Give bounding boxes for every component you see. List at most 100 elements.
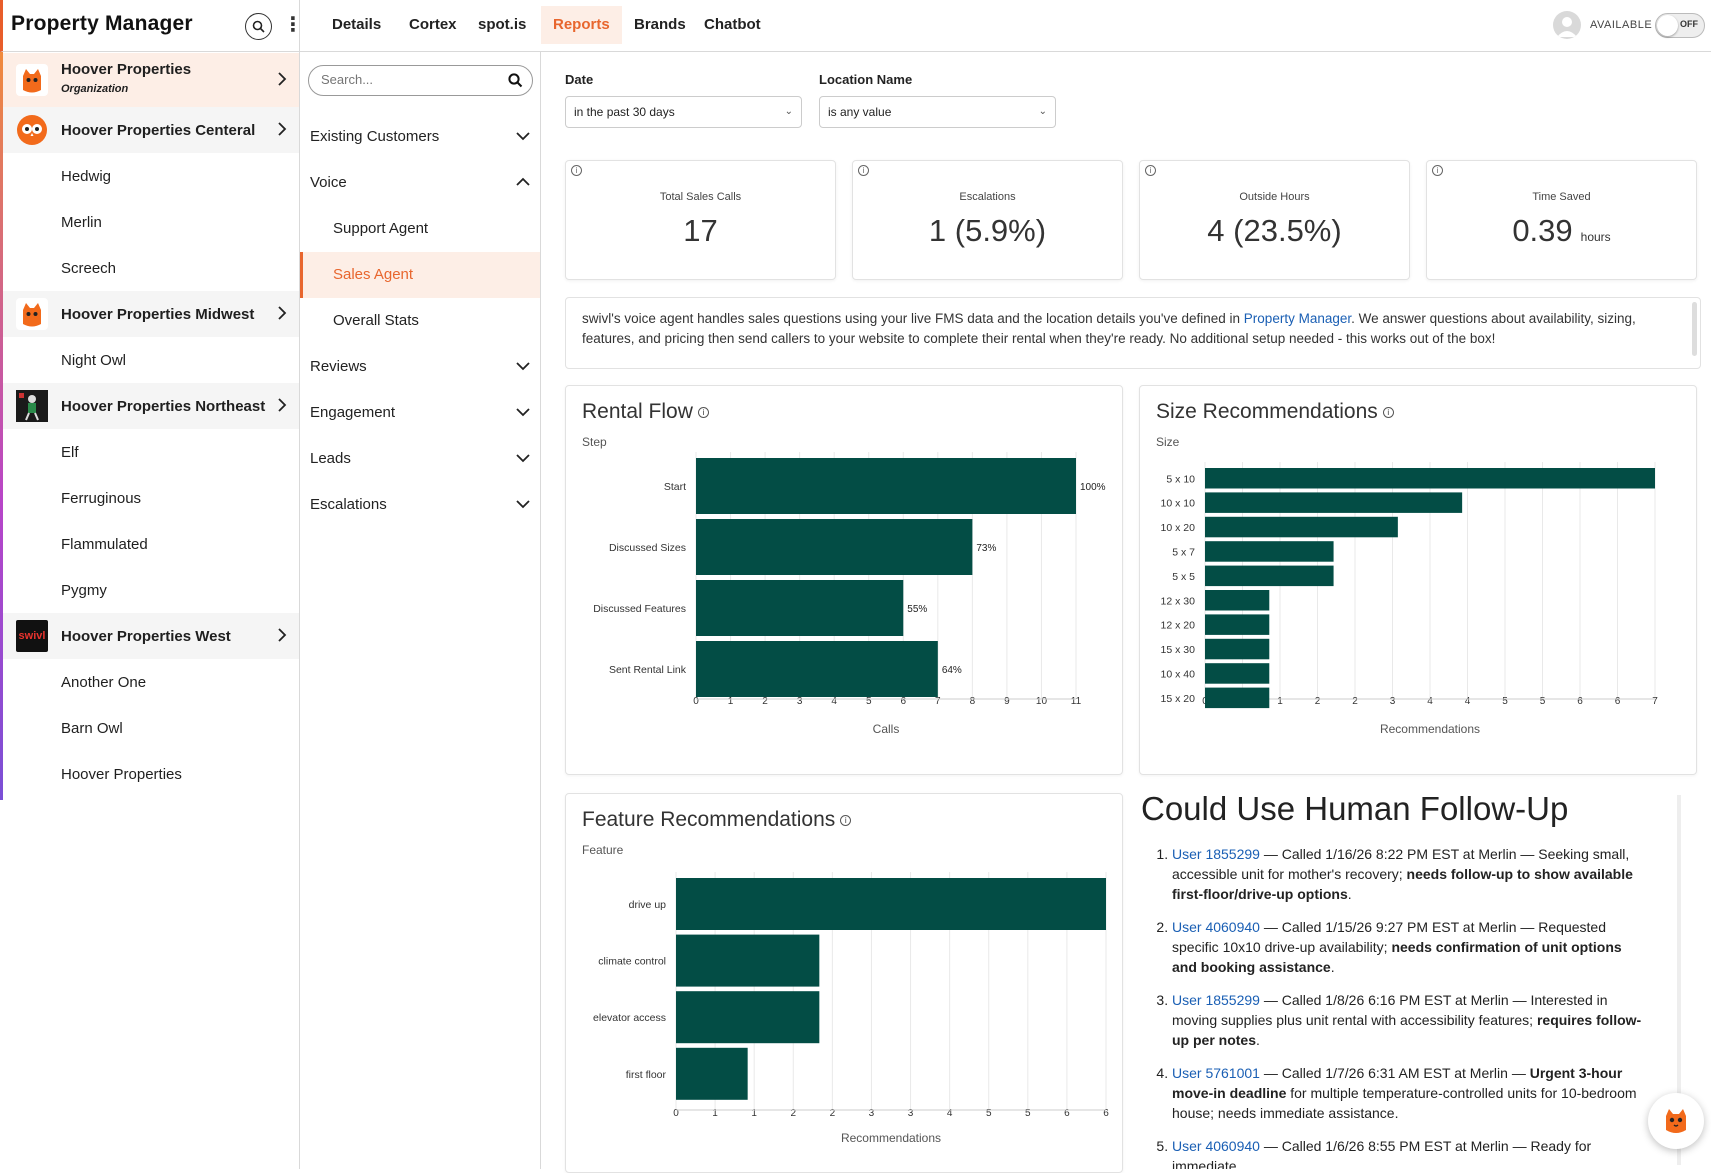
user-link[interactable]: User 1855299 [1172, 992, 1260, 1008]
availability-label: AVAILABLE [1590, 19, 1653, 31]
menu-item-leads[interactable]: Leads [300, 436, 540, 482]
owl-face-icon [16, 114, 48, 146]
kpi-card-total-sales-calls: i Total Sales Calls 17 [565, 160, 836, 280]
data-label: 73% [976, 543, 996, 554]
sidebar-item-hoover-properties-west[interactable]: swivl Hoover Properties West [3, 613, 299, 659]
brand-bar: Property Manager ⋮ [0, 0, 303, 52]
y-axis-label: Step [582, 435, 607, 449]
user-link[interactable]: User 4060940 [1172, 1138, 1260, 1154]
kpi-number: 4 (23.5%) [1207, 213, 1342, 248]
x-tick-label: 0 [693, 696, 699, 707]
x-tick-label: 6 [1615, 696, 1621, 707]
x-tick-label: 5 [1502, 696, 1508, 707]
user-link[interactable]: User 4060940 [1172, 919, 1260, 935]
data-label: 100% [1080, 482, 1106, 493]
sidebar-item-another-one[interactable]: Another One [3, 659, 299, 705]
avatar[interactable] [1553, 11, 1581, 39]
bar-discussed-sizes [696, 519, 973, 575]
bar-5-x-5 [1205, 565, 1334, 587]
rental-flow-chart: Step 0 1 2 3 4 5 6 7 8 9 10 11 Start 100% Discussed Siz… [582, 435, 1106, 736]
menu-item-label: Overall Stats [333, 312, 419, 329]
menu-item-escalations[interactable]: Escalations [300, 482, 540, 528]
size-recommendations-panel: Size Recommendationsi Size01122344556675… [1139, 385, 1697, 775]
chevron-right-icon[interactable] [277, 70, 287, 91]
menu-item-label: Sales Agent [333, 266, 414, 283]
x-tick-label: 2 [762, 696, 768, 707]
sidebar-item-hoover-properties[interactable]: Hoover Properties [3, 751, 299, 797]
report-search-input[interactable] [321, 72, 501, 87]
chevron-down-icon [516, 436, 530, 482]
logo-text: swivl [18, 630, 46, 642]
menu-item-existing-customers[interactable]: Existing Customers [300, 114, 540, 160]
sidebar-item-hedwig[interactable]: Hedwig [3, 153, 299, 199]
chevron-right-icon[interactable] [277, 626, 287, 647]
sidebar-item-ferruginous[interactable]: Ferruginous [3, 475, 299, 521]
rental-flow-panel: Rental Flow i Step 0 1 2 3 4 5 6 7 8 9 10 11 Start 100%… [565, 385, 1123, 775]
sidebar-item-flammulated[interactable]: Flammulated [3, 521, 299, 567]
user-link[interactable]: User 5761001 [1172, 1065, 1260, 1081]
info-icon[interactable]: i [1145, 165, 1156, 176]
location-filter-label: Location Name [819, 72, 913, 87]
info-icon[interactable]: i [1432, 165, 1443, 176]
x-tick-label: 5 [1540, 696, 1546, 707]
kpi-label: Outside Hours [1239, 191, 1310, 203]
availability-toggle[interactable]: OFF [1655, 13, 1705, 38]
follow-up-item: User 1855299 — Called 1/8/26 6:16 PM EST… [1172, 990, 1646, 1050]
kpi-value: 17 [566, 213, 835, 249]
sidebar-item-night-owl[interactable]: Night Owl [3, 337, 299, 383]
sidebar-item-label: Hedwig [61, 167, 112, 185]
menu-item-label: Reviews [310, 358, 367, 375]
category-label: climate control [598, 956, 666, 968]
bar-elevator-access [676, 991, 820, 1044]
menu-item-overall-stats[interactable]: Overall Stats [300, 298, 540, 344]
x-tick-label: 6 [900, 696, 906, 707]
toggle-knob [1657, 15, 1678, 36]
x-axis-label: Recommendations [841, 1131, 941, 1145]
scrollbar[interactable] [1692, 302, 1697, 356]
sidebar-item-pygmy[interactable]: Pygmy [3, 567, 299, 613]
property-manager-link[interactable]: Property Manager [1244, 311, 1351, 326]
info-icon[interactable]: i [858, 165, 869, 176]
chat-launcher-button[interactable] [1648, 1093, 1704, 1149]
menu-item-reviews[interactable]: Reviews [300, 344, 540, 390]
menu-item-engagement[interactable]: Engagement [300, 390, 540, 436]
menu-item-voice[interactable]: Voice [300, 160, 540, 206]
tab-spot-is[interactable]: spot.is [466, 6, 538, 44]
sidebar-item-label: Hoover Properties Midwest [61, 305, 255, 323]
tab-details[interactable]: Details [320, 6, 393, 44]
sidebar-item-label: Barn Owl [61, 719, 123, 737]
sidebar-item-label: Hoover Properties West [61, 627, 231, 645]
bar-drive-up [676, 878, 1106, 930]
sidebar-item-merlin[interactable]: Merlin [3, 199, 299, 245]
chevron-right-icon[interactable] [277, 120, 287, 141]
chevron-right-icon[interactable] [277, 396, 287, 417]
user-link[interactable]: User 1855299 [1172, 846, 1260, 862]
bar-first-floor [676, 1047, 748, 1100]
sidebar-item-hoover-properties-northeast[interactable]: Hoover Properties Northeast [3, 383, 299, 429]
tab-chatbot[interactable]: Chatbot [692, 6, 773, 44]
category-label: 5 x 5 [1172, 571, 1195, 583]
search-icon[interactable] [508, 73, 523, 93]
kpi-label: Total Sales Calls [659, 191, 742, 203]
follow-up-tail: . [1256, 1032, 1260, 1048]
kpi-card-escalations: i Escalations 1 (5.9%) [852, 160, 1123, 280]
search-icon[interactable] [245, 13, 272, 40]
sidebar-item-barn-owl[interactable]: Barn Owl [3, 705, 299, 751]
sidebar-item-screech[interactable]: Screech [3, 245, 299, 291]
x-tick-label: 2 [1352, 696, 1358, 707]
info-icon[interactable]: i [571, 165, 582, 176]
tab-reports[interactable]: Reports [541, 6, 622, 44]
sidebar-item-elf[interactable]: Elf [3, 429, 299, 475]
sidebar-item-hoover-properties-centeral[interactable]: Hoover Properties Centeral [3, 107, 299, 153]
menu-item-label: Leads [310, 450, 351, 467]
sidebar-item-hoover-properties[interactable]: Hoover Properties Organization [3, 53, 299, 107]
menu-item-support-agent[interactable]: Support Agent [300, 206, 540, 252]
tab-cortex[interactable]: Cortex [397, 6, 469, 44]
menu-item-sales-agent[interactable]: Sales Agent [300, 252, 540, 298]
chevron-right-icon[interactable] [277, 304, 287, 325]
tab-brands[interactable]: Brands [622, 6, 698, 44]
sidebar-item-label: Elf [61, 443, 79, 461]
sidebar-item-hoover-properties-midwest[interactable]: Hoover Properties Midwest [3, 291, 299, 337]
location-filter-select[interactable]: is any value ⌄ [819, 96, 1056, 128]
date-filter-select[interactable]: in the past 30 days ⌄ [565, 96, 802, 128]
